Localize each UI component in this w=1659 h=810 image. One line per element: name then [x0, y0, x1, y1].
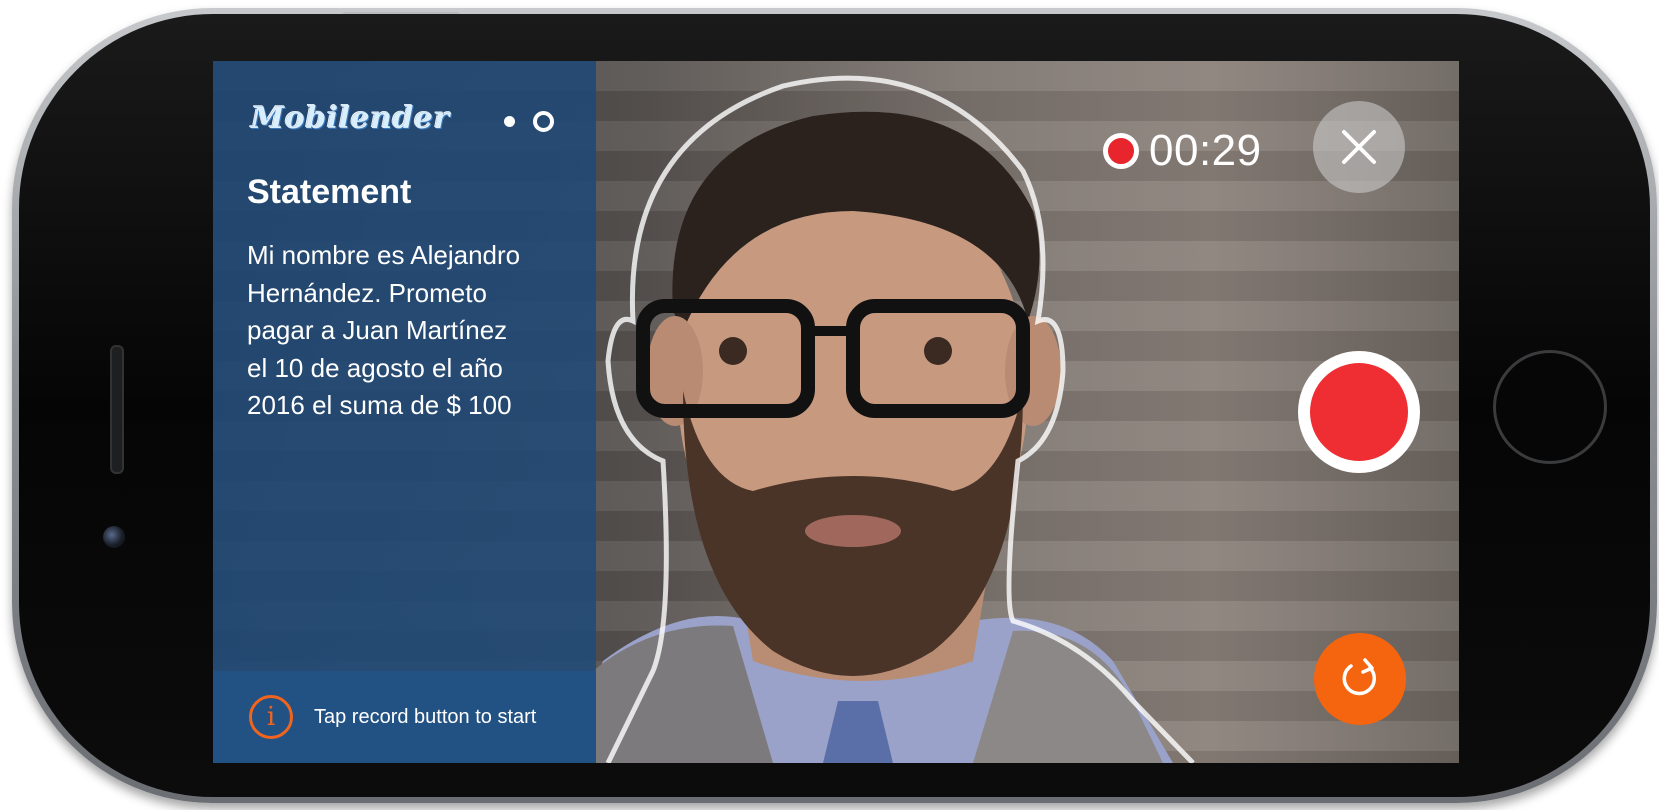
- subject-eye-left: [719, 337, 747, 365]
- statement-line: 2016 el suma de $ 100: [247, 390, 512, 420]
- subject-mouth: [805, 515, 901, 547]
- refresh-icon: [1342, 658, 1376, 696]
- earpiece-speaker: [110, 345, 124, 474]
- record-dot-icon: [1103, 133, 1139, 169]
- statement-title: Statement: [247, 173, 412, 211]
- subject-eye-right: [924, 337, 952, 365]
- statement-line: Hernández. Prometo: [247, 277, 487, 308]
- home-button[interactable]: [1493, 350, 1607, 464]
- app-logo: Mobilender: [251, 101, 450, 136]
- camera-screen: Mobilender Statement Mi nombre es Alejan…: [213, 61, 1459, 763]
- close-icon: [1342, 130, 1376, 164]
- hint-bar: i Tap record button to start: [213, 671, 596, 763]
- statement-line: el 10 de agosto el año: [247, 352, 503, 383]
- page-dot-1[interactable]: [504, 115, 515, 127]
- front-camera: [103, 526, 125, 548]
- record-icon: [1310, 363, 1408, 461]
- hint-text: Tap record button to start: [314, 706, 537, 728]
- page-dot-2-active[interactable]: [533, 110, 554, 132]
- recording-timer: 00:29: [1149, 126, 1262, 175]
- statement-line: pagar a Juan Martínez: [247, 315, 508, 345]
- recording-indicator: 00:29: [1103, 126, 1262, 176]
- record-button[interactable]: [1298, 351, 1420, 473]
- statement-text: Mi nombre es Alejandro Hernández. Promet…: [247, 237, 577, 425]
- statement-panel: Mobilender Statement Mi nombre es Alejan…: [213, 61, 596, 763]
- statement-line: Mi nombre es Alejandro: [247, 240, 521, 270]
- close-button[interactable]: [1313, 101, 1405, 193]
- retake-button[interactable]: [1314, 633, 1406, 725]
- info-icon: i: [249, 695, 293, 739]
- page-indicator: [504, 110, 554, 132]
